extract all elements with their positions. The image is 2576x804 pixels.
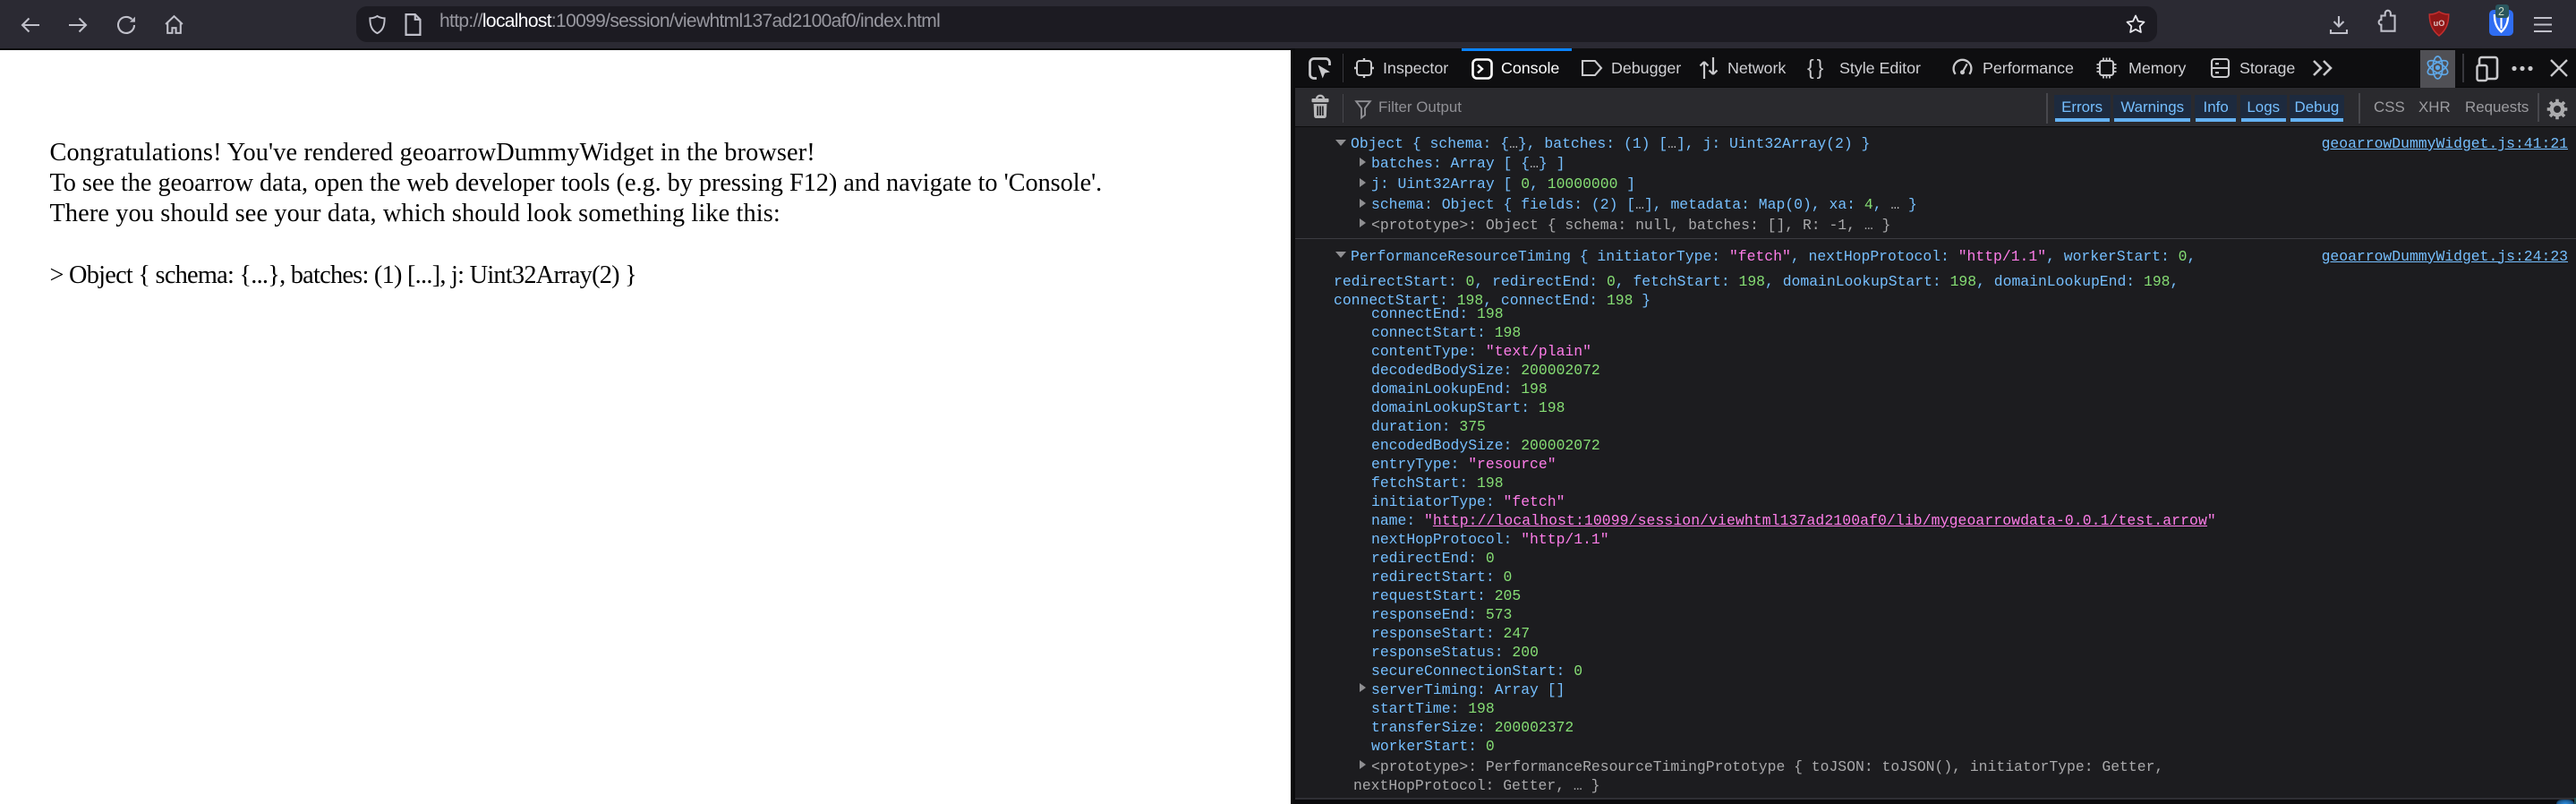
svg-text:uO: uO (2434, 19, 2445, 28)
